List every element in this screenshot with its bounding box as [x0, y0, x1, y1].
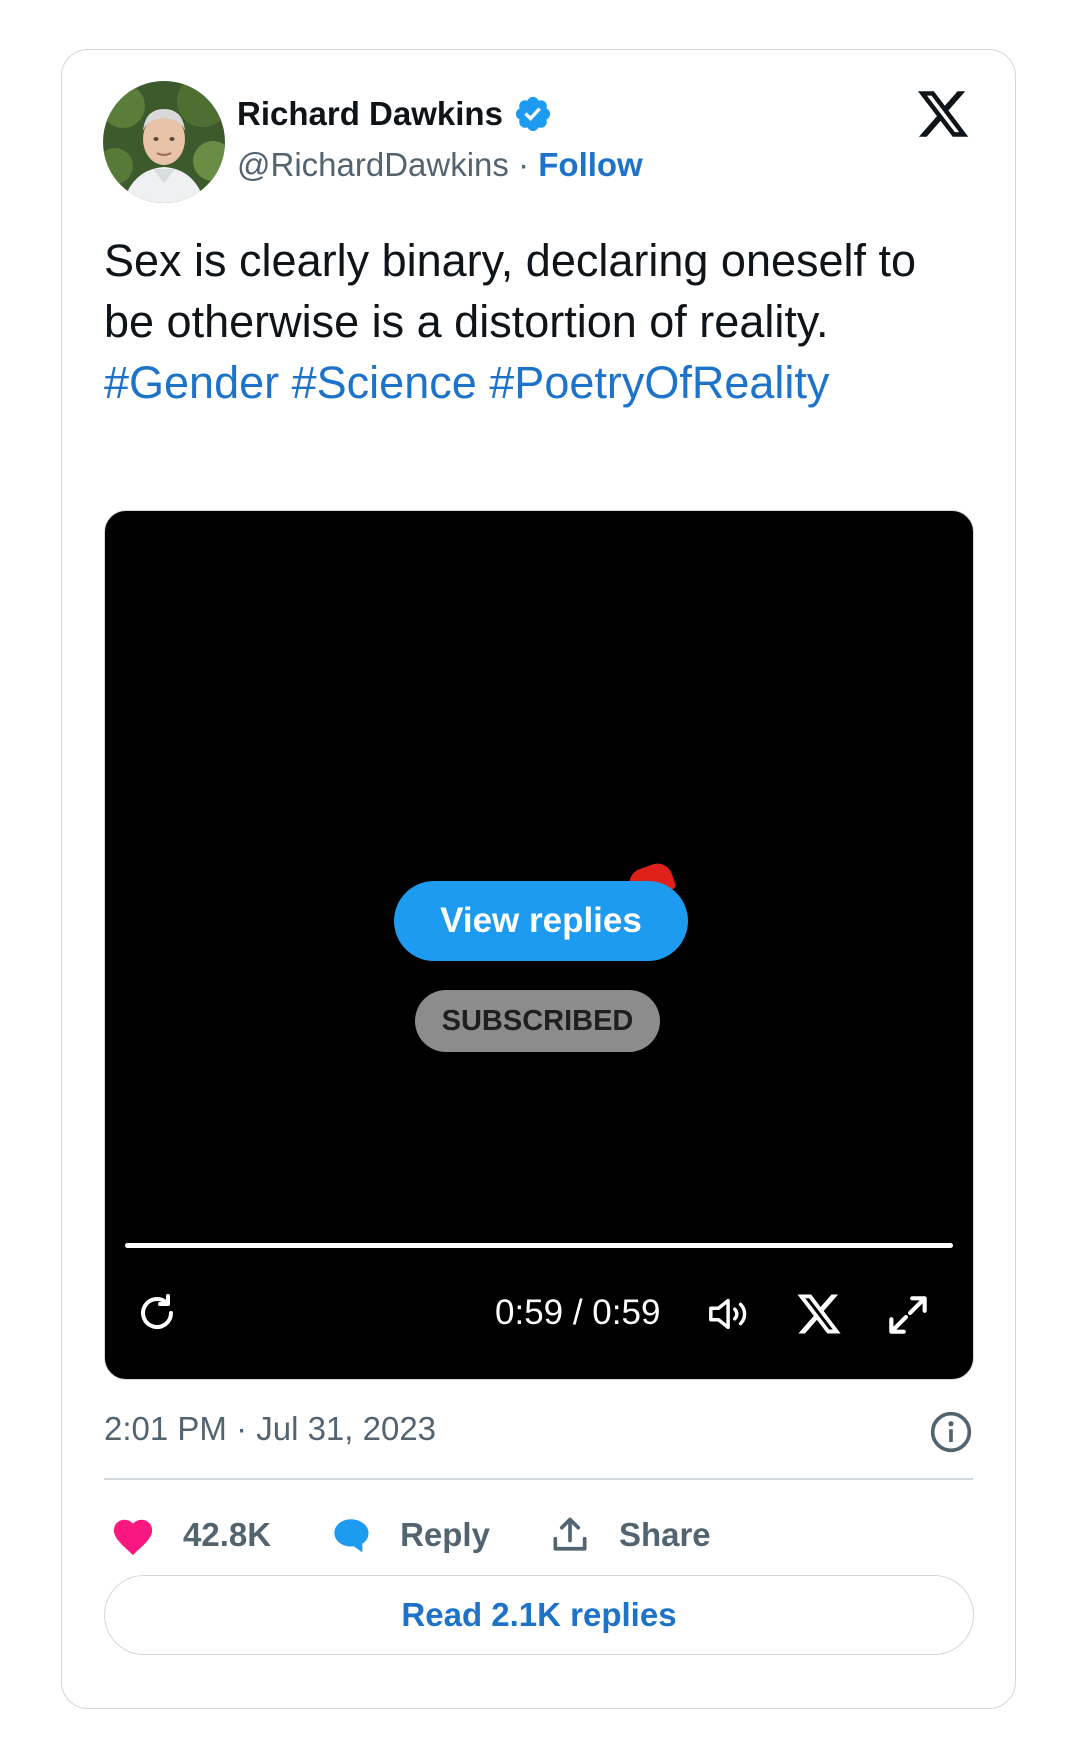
video-time: 0:59 / 0:59	[495, 1293, 661, 1332]
hashtag-poetry-of-reality[interactable]: #PoetryOfReality	[489, 357, 829, 408]
fullscreen-icon[interactable]	[883, 1290, 933, 1340]
tweet-card: Richard Dawkins @RichardDawkins · Follow…	[61, 49, 1016, 1709]
reply-bubble-icon	[334, 1519, 369, 1553]
replay-icon[interactable]	[133, 1289, 181, 1337]
like-count: 42.8K	[183, 1516, 272, 1553]
x-share-icon[interactable]	[795, 1290, 843, 1338]
tweet-body: Sex is clearly binary, declaring oneself…	[104, 235, 917, 347]
handle-separator: ·	[508, 146, 539, 183]
action-bar: 42.8K Reply Share	[110, 1513, 769, 1557]
tweet-timestamp[interactable]: 2:01 PM · Jul 31, 2023	[104, 1410, 436, 1448]
video-player[interactable]: View replies SUBSCRIBED 0:59 / 0:59	[104, 510, 974, 1380]
reply-label: Reply	[400, 1516, 490, 1553]
share-button[interactable]: Share	[548, 1513, 711, 1557]
share-icon	[553, 1517, 587, 1551]
x-logo-icon[interactable]	[915, 86, 971, 142]
author-name-row: Richard Dawkins	[237, 94, 553, 134]
read-replies-button[interactable]: Read 2.1K replies	[104, 1575, 974, 1655]
video-progress-fill	[125, 1243, 953, 1248]
hashtag-gender[interactable]: #Gender	[104, 357, 279, 408]
subscribed-badge: SUBSCRIBED	[415, 990, 660, 1052]
handle-row: @RichardDawkins · Follow	[237, 146, 643, 184]
share-label: Share	[618, 1516, 711, 1553]
avatar[interactable]	[103, 81, 225, 203]
heart-icon	[113, 1519, 153, 1556]
like-button[interactable]: 42.8K	[110, 1514, 271, 1556]
view-replies-button[interactable]: View replies	[394, 881, 688, 961]
divider	[104, 1478, 973, 1480]
follow-button[interactable]: Follow	[538, 146, 642, 183]
video-progress-bar[interactable]	[125, 1243, 953, 1248]
hashtag-science[interactable]: #Science	[292, 357, 477, 408]
author-handle[interactable]: @RichardDawkins	[237, 146, 509, 183]
verified-badge-icon	[515, 96, 551, 132]
reply-button[interactable]: Reply	[329, 1514, 490, 1556]
volume-icon[interactable]	[705, 1291, 755, 1337]
author-name[interactable]: Richard Dawkins	[237, 95, 503, 133]
info-icon[interactable]	[929, 1410, 973, 1454]
tweet-text: Sex is clearly binary, declaring oneself…	[104, 230, 974, 413]
